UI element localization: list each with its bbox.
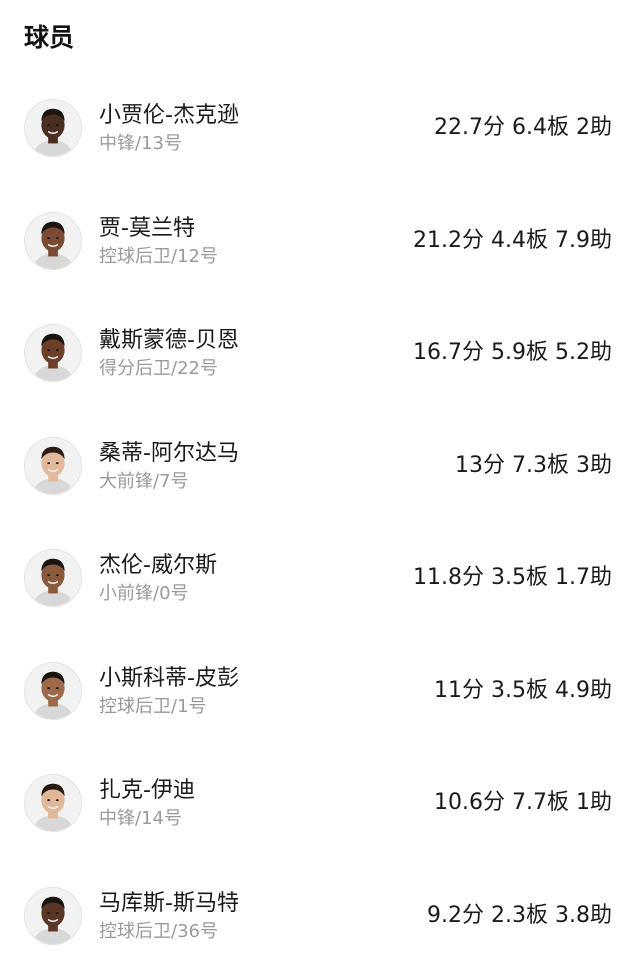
player-name: 扎克-伊迪 [99,776,195,806]
player-stats: 16.7分 5.9板 5.2助 [413,338,612,368]
section-title: 球员 [24,18,74,58]
player-avatar[interactable] [24,99,82,157]
player-avatar[interactable] [24,549,82,607]
player-stats: 21.2分 4.4板 7.9助 [413,226,612,256]
player-avatar[interactable] [24,324,82,382]
player-name: 戴斯蒙德-贝恩 [99,326,239,356]
player-position-number: 控球后卫/36号 [99,919,218,945]
player-stats: 9.2分 2.3板 3.8助 [427,901,612,931]
player-stats: 10.6分 7.7板 1助 [434,788,612,818]
player-row[interactable]: 贾-莫兰特 控球后卫/12号 21.2分 4.4板 7.9助 [0,186,636,299]
player-name: 马库斯-斯马特 [99,889,239,919]
player-position-number: 控球后卫/12号 [99,244,218,270]
player-row[interactable]: 马库斯-斯马特 控球后卫/36号 9.2分 2.3板 3.8助 [0,861,636,973]
player-stats: 11分 3.5板 4.9助 [434,676,612,706]
player-name: 小贾伦-杰克逊 [99,101,239,131]
player-avatar[interactable] [24,437,82,495]
player-position-number: 中锋/13号 [99,131,182,157]
player-stats: 22.7分 6.4板 2助 [434,113,612,143]
player-name: 桑蒂-阿尔达马 [99,439,239,469]
player-name: 贾-莫兰特 [99,214,195,244]
player-row[interactable]: 小斯科蒂-皮彭 控球后卫/1号 11分 3.5板 4.9助 [0,636,636,749]
player-position-number: 小前锋/0号 [99,581,189,607]
player-row[interactable]: 小贾伦-杰克逊 中锋/13号 22.7分 6.4板 2助 [0,73,636,186]
player-name: 小斯科蒂-皮彭 [99,664,239,694]
player-row[interactable]: 桑蒂-阿尔达马 大前锋/7号 13分 7.3板 3助 [0,411,636,524]
player-position-number: 大前锋/7号 [99,469,189,495]
player-list: 小贾伦-杰克逊 中锋/13号 22.7分 6.4板 2助 贾-莫兰特 控球后卫/… [0,73,636,973]
player-avatar[interactable] [24,774,82,832]
player-position-number: 控球后卫/1号 [99,694,207,720]
player-position-number: 中锋/14号 [99,806,182,832]
player-row[interactable]: 扎克-伊迪 中锋/14号 10.6分 7.7板 1助 [0,748,636,861]
player-stats: 11.8分 3.5板 1.7助 [413,563,612,593]
player-row[interactable]: 戴斯蒙德-贝恩 得分后卫/22号 16.7分 5.9板 5.2助 [0,298,636,411]
player-name: 杰伦-威尔斯 [99,551,217,581]
player-avatar[interactable] [24,212,82,270]
player-row[interactable]: 杰伦-威尔斯 小前锋/0号 11.8分 3.5板 1.7助 [0,523,636,636]
player-position-number: 得分后卫/22号 [99,356,218,382]
player-stats: 13分 7.3板 3助 [455,451,612,481]
player-avatar[interactable] [24,662,82,720]
player-avatar[interactable] [24,887,82,945]
